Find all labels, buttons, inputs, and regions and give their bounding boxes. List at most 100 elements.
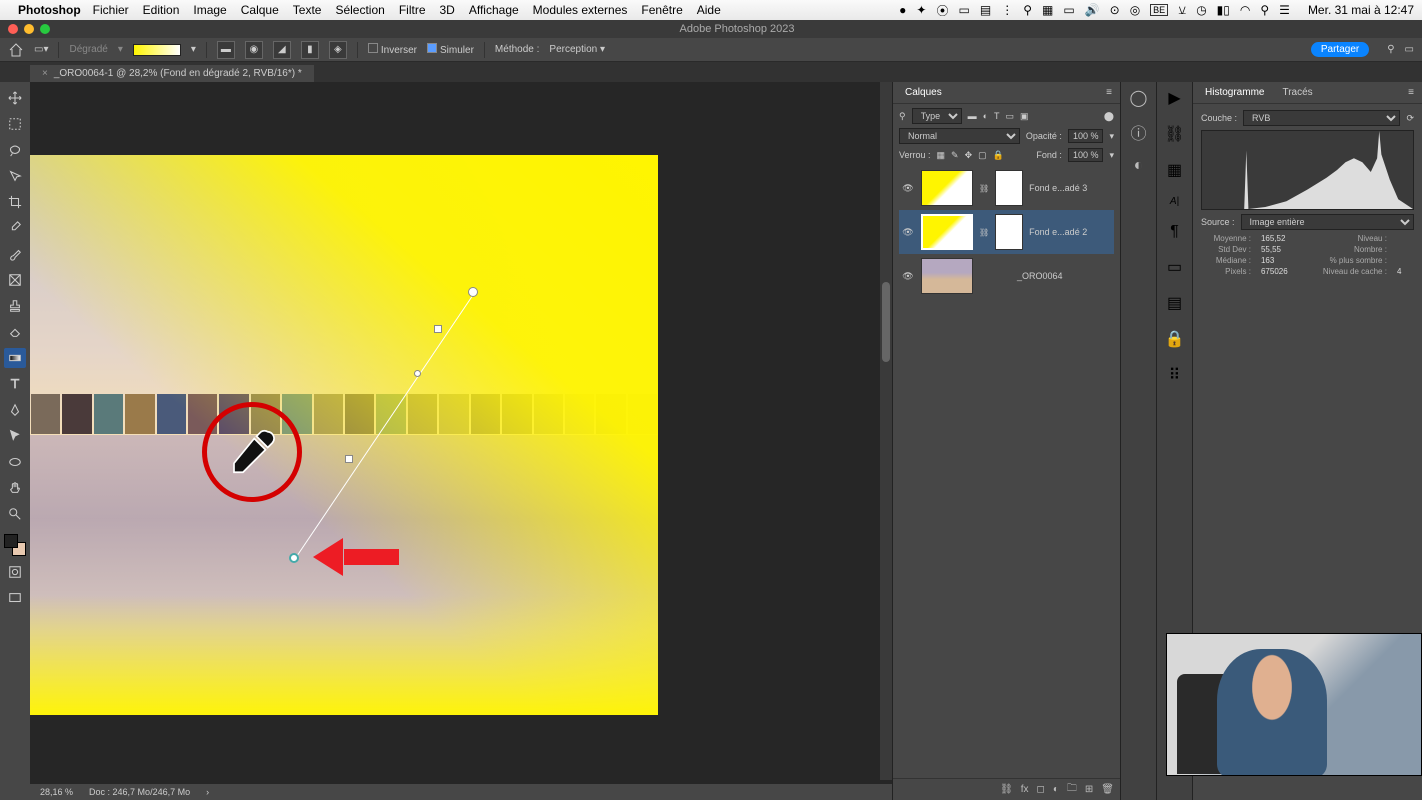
quick-select-tool[interactable]: [4, 166, 26, 186]
menu-3d[interactable]: 3D: [440, 3, 455, 17]
lock-artboard-icon[interactable]: ▢: [978, 150, 987, 161]
grid-icon[interactable]: ▦: [1042, 3, 1053, 17]
new-layer-icon[interactable]: ⊞: [1085, 784, 1093, 795]
screen-icon[interactable]: ▭: [959, 3, 970, 17]
butterfly-icon[interactable]: ✦: [916, 3, 926, 17]
blend-mode-dropdown[interactable]: Normal: [899, 128, 1020, 144]
share-button[interactable]: Partager: [1311, 42, 1369, 57]
visibility-icon[interactable]: 👁: [901, 183, 915, 194]
filter-smart-icon[interactable]: ▣: [1020, 111, 1029, 122]
refresh-icon[interactable]: ⟳: [1406, 113, 1414, 124]
gradient-dropdown-icon[interactable]: ▾: [191, 44, 196, 55]
clock-text[interactable]: Mer. 31 mai à 12:47: [1308, 3, 1414, 17]
menu-selection[interactable]: Sélection: [335, 3, 384, 17]
lasso-tool[interactable]: [4, 140, 26, 160]
layer-name[interactable]: Fond e...adé 3: [1029, 183, 1087, 193]
opacity-value[interactable]: 100 %: [1068, 129, 1104, 143]
histogram-chart[interactable]: [1201, 130, 1414, 210]
close-window-button[interactable]: [8, 24, 18, 34]
scrollbar-vertical[interactable]: [880, 82, 892, 780]
source-dropdown[interactable]: Image entière: [1241, 214, 1414, 230]
document-canvas[interactable]: [30, 155, 658, 715]
layer-mask-thumb[interactable]: [995, 214, 1023, 250]
clipboard-icon[interactable]: ▤: [980, 3, 991, 17]
filter-shape-icon[interactable]: ▭: [1006, 111, 1015, 122]
brush-panel-icon[interactable]: ◯: [1129, 88, 1149, 108]
type-tool[interactable]: [4, 374, 26, 394]
app-name[interactable]: Photoshop: [18, 3, 81, 17]
gradient-swatch[interactable]: [133, 44, 181, 56]
camera-icon[interactable]: ●: [899, 3, 906, 17]
filter-type-dropdown[interactable]: Type: [912, 108, 962, 124]
layer-thumb[interactable]: [921, 170, 973, 206]
dots-icon[interactable]: ⋮: [1001, 3, 1013, 17]
binoculars-icon[interactable]: ⚲: [1023, 3, 1032, 17]
minimize-window-button[interactable]: [24, 24, 34, 34]
chevron-down-icon[interactable]: ▾: [1109, 131, 1114, 142]
layer-thumb[interactable]: [921, 214, 973, 250]
quickmask-icon[interactable]: [4, 562, 26, 582]
search-icon[interactable]: ⚲: [1260, 3, 1269, 17]
marquee-tool[interactable]: [4, 114, 26, 134]
traces-tab[interactable]: Tracés: [1278, 85, 1316, 100]
panel-menu-icon[interactable]: ≡: [1106, 87, 1112, 98]
histogram-tab[interactable]: Histogramme: [1201, 85, 1268, 100]
gradient-angle-icon[interactable]: ◢: [273, 41, 291, 59]
lock-all-icon[interactable]: 🔒: [993, 150, 1004, 161]
gradient-handle-start[interactable]: [289, 553, 299, 563]
search-icon[interactable]: ⚲: [1387, 44, 1394, 55]
group-icon[interactable]: 🗀: [1067, 781, 1077, 798]
fill-value[interactable]: 100 %: [1068, 148, 1104, 162]
volume-icon[interactable]: 🔊: [1085, 3, 1100, 17]
stamp-tool[interactable]: [4, 296, 26, 316]
zoom-tool[interactable]: [4, 504, 26, 524]
color-swatches[interactable]: [4, 534, 26, 556]
swatches-icon[interactable]: ▦: [1167, 160, 1182, 180]
filter-toggle-icon[interactable]: ⬤: [1104, 111, 1114, 122]
lock-move-icon[interactable]: ✥: [965, 150, 973, 161]
couche-dropdown[interactable]: RVB: [1243, 110, 1400, 126]
link-icon[interactable]: ⛓: [979, 228, 989, 237]
layer-name[interactable]: Fond e...adé 2: [1029, 227, 1087, 237]
zoom-window-button[interactable]: [40, 24, 50, 34]
pen-tool[interactable]: [4, 400, 26, 420]
bluetooth-icon[interactable]: ⚺: [1178, 3, 1186, 18]
lang-icon[interactable]: BE: [1150, 4, 1168, 16]
menu-modules[interactable]: Modules externes: [533, 3, 628, 17]
menu-edition[interactable]: Edition: [143, 3, 180, 17]
display-icon[interactable]: ▭: [1063, 3, 1074, 17]
battery-icon[interactable]: ▮▯: [1217, 3, 1230, 17]
library-icon[interactable]: ▤: [1167, 293, 1182, 313]
home-icon[interactable]: [8, 42, 24, 58]
screenmode-icon[interactable]: [4, 588, 26, 608]
mask-icon[interactable]: ◻: [1037, 784, 1045, 795]
eyedropper-tool[interactable]: [4, 218, 26, 238]
lock-brush-icon[interactable]: ✎: [951, 150, 959, 161]
info-panel-icon[interactable]: ⓘ: [1129, 122, 1149, 142]
methode-dropdown[interactable]: Perception ▾: [549, 44, 605, 55]
menu-calque[interactable]: Calque: [241, 3, 279, 17]
filter-adjust-icon[interactable]: ◐: [983, 111, 988, 121]
control-center-icon[interactable]: ☰: [1279, 3, 1290, 17]
gradient-stop-1[interactable]: [434, 325, 442, 333]
layer-name[interactable]: _ORO0064: [1017, 271, 1063, 281]
gradient-handle-mid[interactable]: [414, 370, 421, 377]
character-icon[interactable]: A|: [1170, 196, 1179, 207]
gradient-linear-icon[interactable]: ▬: [217, 41, 235, 59]
wifi-icon[interactable]: ◠: [1240, 3, 1250, 17]
menu-aide[interactable]: Aide: [697, 3, 721, 17]
layers-tab[interactable]: Calques: [901, 85, 946, 100]
chevron-down-icon[interactable]: ▾: [1109, 150, 1114, 161]
layer-item[interactable]: 👁 _ORO0064: [899, 254, 1114, 298]
gradient-diamond-icon[interactable]: ◈: [329, 41, 347, 59]
gradient-reflected-icon[interactable]: ▮: [301, 41, 319, 59]
zoom-value[interactable]: 28,16 %: [40, 787, 73, 797]
layer-item[interactable]: 👁 ⛓ Fond e...adé 2: [899, 210, 1114, 254]
canvas-area[interactable]: 28,16 % Doc : 246,7 Mo/246,7 Mo ›: [30, 82, 892, 800]
frame-tool[interactable]: [4, 270, 26, 290]
filter-pixel-icon[interactable]: ▬: [968, 111, 977, 121]
color-panel-icon[interactable]: ◐: [1129, 156, 1149, 176]
paragraph-icon[interactable]: ¶: [1170, 223, 1179, 241]
gradient-handle-end[interactable]: [468, 287, 478, 297]
menu-filtre[interactable]: Filtre: [399, 3, 426, 17]
